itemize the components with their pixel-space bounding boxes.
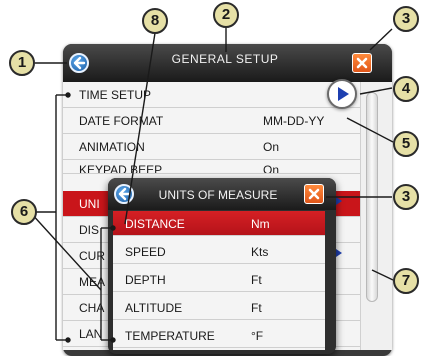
units-item-speed[interactable]: SPEED Kts (113, 239, 325, 264)
close-x-icon (356, 57, 368, 69)
list-item-label: DIS (79, 223, 100, 237)
list-item-label: LAN (79, 327, 103, 341)
list-item-label: UNI (79, 197, 100, 211)
list-item-value: On (263, 163, 280, 174)
units-item-value: Ft (251, 301, 262, 315)
callout-3: 3 (393, 6, 419, 32)
close-button[interactable] (352, 53, 372, 73)
list-item-label: KEYPAD BEEP (79, 163, 163, 174)
back-button[interactable] (69, 53, 89, 73)
units-item-label: TEMPERATURE (125, 329, 215, 343)
units-item-altitude[interactable]: ALTITUDE Ft (113, 295, 325, 320)
popup-title: UNITS OF MEASURE (158, 188, 278, 202)
list-item-value: MM-DD-YY (263, 114, 325, 128)
list-item-keypad-beep[interactable]: KEYPAD BEEP On (63, 160, 360, 174)
close-x-icon (308, 188, 320, 200)
list-item-value: On (263, 140, 280, 154)
units-item-label: ALTITUDE (125, 301, 183, 315)
callout-7: 7 (393, 268, 419, 294)
scrollbar-thumb[interactable] (366, 92, 378, 302)
units-item-value: Nm (251, 217, 270, 231)
units-item-value: Kts (251, 245, 269, 259)
units-list: DISTANCE Nm SPEED Kts DEPTH Ft ALTITUDE … (113, 211, 325, 350)
popup-close-button[interactable] (304, 184, 324, 204)
list-item-label: ANIMATION (79, 140, 145, 154)
callout-3-popup: 3 (393, 184, 419, 210)
callout-4: 4 (393, 76, 419, 102)
submenu-triangle-icon (336, 249, 342, 257)
callout-8: 8 (142, 8, 168, 34)
units-item-temperature[interactable]: TEMPERATURE °F (113, 323, 325, 348)
list-item-label: TIME SETUP (79, 88, 152, 102)
popup-back-button[interactable] (114, 184, 134, 204)
play-triangle-icon (338, 87, 349, 101)
back-arrow-icon (73, 56, 86, 70)
next-button[interactable] (327, 79, 357, 109)
callout-1: 1 (9, 50, 35, 76)
list-item-label: CUR (79, 249, 105, 263)
callout-6: 6 (11, 199, 37, 225)
callout-2: 2 (213, 2, 239, 28)
page-title: GENERAL SETUP (171, 52, 279, 66)
list-item-animation[interactable]: ANIMATION On (63, 134, 360, 160)
units-item-label: DISTANCE (125, 217, 185, 231)
list-item-time-setup[interactable]: TIME SETUP (63, 82, 360, 108)
list-item-label: CHA (79, 301, 105, 315)
list-item-label: DATE FORMAT (79, 114, 164, 128)
units-item-label: DEPTH (125, 273, 166, 287)
units-item-depth[interactable]: DEPTH Ft (113, 267, 325, 292)
units-item-distance[interactable]: DISTANCE Nm (113, 211, 325, 236)
units-item-value: °F (251, 329, 264, 343)
callout-5: 5 (393, 131, 419, 157)
back-arrow-icon (118, 187, 131, 201)
units-item-value: Ft (251, 273, 262, 287)
list-item-date-format[interactable]: DATE FORMAT MM-DD-YY (63, 108, 360, 134)
units-item-label: SPEED (125, 245, 166, 259)
submenu-triangle-icon (336, 197, 342, 205)
list-item-label: MEA (79, 275, 106, 289)
